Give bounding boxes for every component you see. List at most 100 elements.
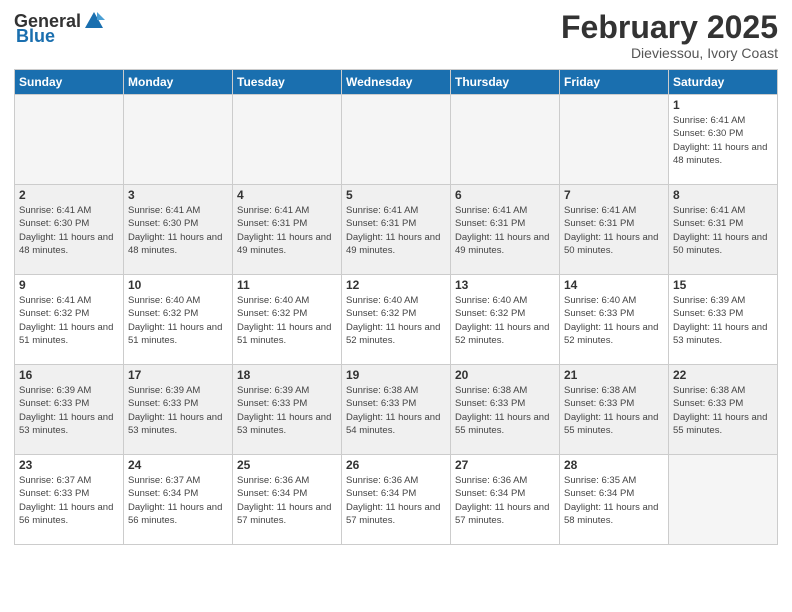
table-row: 25Sunrise: 6:36 AM Sunset: 6:34 PM Dayli… [233, 455, 342, 545]
table-row [560, 95, 669, 185]
calendar-week-row: 16 Sunrise: 6:39 AM Sunset: 6:33 PM Dayli… [15, 365, 778, 455]
day-number: 14 [564, 278, 664, 292]
day-info: Sunrise: 6:41 AM Sunset: 6:30 PM Dayligh… [673, 114, 773, 167]
day-number: 17 [128, 368, 228, 382]
day-info: Sunrise: 6:36 AM Sunset: 6:34 PM Dayligh… [455, 474, 555, 527]
table-row: 5 Sunrise: 6:41 AM Sunset: 6:31 PM Daylig… [342, 185, 451, 275]
day-number: 3 [128, 188, 228, 202]
day-info: Sunrise: 6:35 AM Sunset: 6:34 PM Dayligh… [564, 474, 664, 527]
table-row: 24 Sunrise: 6:37 AM Sunset: 6:34 PM Dayli… [124, 455, 233, 545]
day-info: Sunrise: 6:37 AM Sunset: 6:33 PM Dayligh… [19, 474, 119, 527]
day-number: 10 [128, 278, 228, 292]
day-number: 28 [564, 458, 664, 472]
col-thursday: Thursday [451, 70, 560, 95]
table-row: 6Sunrise: 6:41 AM Sunset: 6:31 PM Daylig… [451, 185, 560, 275]
page-subtitle: Dieviessou, Ivory Coast [561, 45, 778, 61]
day-info: Sunrise: 6:39 AM Sunset: 6:33 PM Dayligh… [673, 294, 773, 347]
day-number: 22 [673, 368, 773, 382]
calendar-week-row: 1 Sunrise: 6:41 AM Sunset: 6:30 PM Daylig… [15, 95, 778, 185]
table-row [124, 95, 233, 185]
day-info: Sunrise: 6:39 AM Sunset: 6:33 PM Dayligh… [237, 384, 337, 437]
calendar-header-row: Sunday Monday Tuesday Wednesday Thursday… [15, 70, 778, 95]
page: General Blue February 2025 Dieviessou, I… [0, 0, 792, 612]
day-number: 26 [346, 458, 446, 472]
calendar-table: Sunday Monday Tuesday Wednesday Thursday… [14, 69, 778, 545]
col-wednesday: Wednesday [342, 70, 451, 95]
table-row [15, 95, 124, 185]
col-tuesday: Tuesday [233, 70, 342, 95]
day-info: Sunrise: 6:37 AM Sunset: 6:34 PM Dayligh… [128, 474, 228, 527]
table-row [342, 95, 451, 185]
day-number: 16 [19, 368, 119, 382]
day-info: Sunrise: 6:41 AM Sunset: 6:30 PM Dayligh… [128, 204, 228, 257]
day-info: Sunrise: 6:40 AM Sunset: 6:32 PM Dayligh… [237, 294, 337, 347]
day-info: Sunrise: 6:36 AM Sunset: 6:34 PM Dayligh… [237, 474, 337, 527]
day-number: 27 [455, 458, 555, 472]
day-number: 20 [455, 368, 555, 382]
page-title: February 2025 [561, 10, 778, 45]
table-row: 11 Sunrise: 6:40 AM Sunset: 6:32 PM Dayli… [233, 275, 342, 365]
table-row: 16 Sunrise: 6:39 AM Sunset: 6:33 PM Dayli… [15, 365, 124, 455]
col-saturday: Saturday [669, 70, 778, 95]
table-row: 14 Sunrise: 6:40 AM Sunset: 6:33 PM Dayli… [560, 275, 669, 365]
day-info: Sunrise: 6:40 AM Sunset: 6:33 PM Dayligh… [564, 294, 664, 347]
day-number: 1 [673, 98, 773, 112]
day-number: 18 [237, 368, 337, 382]
day-number: 21 [564, 368, 664, 382]
day-info: Sunrise: 6:41 AM Sunset: 6:31 PM Dayligh… [346, 204, 446, 257]
table-row: 21 Sunrise: 6:38 AM Sunset: 6:33 PM Dayli… [560, 365, 669, 455]
logo-icon [83, 10, 105, 32]
day-info: Sunrise: 6:40 AM Sunset: 6:32 PM Dayligh… [346, 294, 446, 347]
header: General Blue February 2025 Dieviessou, I… [14, 10, 778, 61]
day-info: Sunrise: 6:38 AM Sunset: 6:33 PM Dayligh… [564, 384, 664, 437]
day-number: 9 [19, 278, 119, 292]
day-info: Sunrise: 6:41 AM Sunset: 6:31 PM Dayligh… [564, 204, 664, 257]
table-row: 17 Sunrise: 6:39 AM Sunset: 6:33 PM Dayli… [124, 365, 233, 455]
table-row: 13Sunrise: 6:40 AM Sunset: 6:32 PM Dayli… [451, 275, 560, 365]
day-info: Sunrise: 6:39 AM Sunset: 6:33 PM Dayligh… [19, 384, 119, 437]
day-number: 11 [237, 278, 337, 292]
day-info: Sunrise: 6:39 AM Sunset: 6:33 PM Dayligh… [128, 384, 228, 437]
table-row: 9Sunrise: 6:41 AM Sunset: 6:32 PM Daylig… [15, 275, 124, 365]
calendar-week-row: 2Sunrise: 6:41 AM Sunset: 6:30 PM Daylig… [15, 185, 778, 275]
day-number: 15 [673, 278, 773, 292]
day-info: Sunrise: 6:38 AM Sunset: 6:33 PM Dayligh… [346, 384, 446, 437]
table-row: 12 Sunrise: 6:40 AM Sunset: 6:32 PM Dayli… [342, 275, 451, 365]
table-row: 10 Sunrise: 6:40 AM Sunset: 6:32 PM Dayli… [124, 275, 233, 365]
day-number: 4 [237, 188, 337, 202]
table-row: 1 Sunrise: 6:41 AM Sunset: 6:30 PM Daylig… [669, 95, 778, 185]
table-row: 8 Sunrise: 6:41 AM Sunset: 6:31 PM Daylig… [669, 185, 778, 275]
day-number: 8 [673, 188, 773, 202]
day-info: Sunrise: 6:41 AM Sunset: 6:31 PM Dayligh… [455, 204, 555, 257]
table-row: 7 Sunrise: 6:41 AM Sunset: 6:31 PM Daylig… [560, 185, 669, 275]
table-row: 28 Sunrise: 6:35 AM Sunset: 6:34 PM Dayli… [560, 455, 669, 545]
table-row: 4Sunrise: 6:41 AM Sunset: 6:31 PM Daylig… [233, 185, 342, 275]
table-row: 18 Sunrise: 6:39 AM Sunset: 6:33 PM Dayli… [233, 365, 342, 455]
day-number: 23 [19, 458, 119, 472]
table-row: 22 Sunrise: 6:38 AM Sunset: 6:33 PM Dayli… [669, 365, 778, 455]
calendar-week-row: 9Sunrise: 6:41 AM Sunset: 6:32 PM Daylig… [15, 275, 778, 365]
day-info: Sunrise: 6:38 AM Sunset: 6:33 PM Dayligh… [673, 384, 773, 437]
day-number: 7 [564, 188, 664, 202]
table-row [233, 95, 342, 185]
table-row: 2Sunrise: 6:41 AM Sunset: 6:30 PM Daylig… [15, 185, 124, 275]
day-info: Sunrise: 6:41 AM Sunset: 6:31 PM Dayligh… [673, 204, 773, 257]
day-info: Sunrise: 6:41 AM Sunset: 6:30 PM Dayligh… [19, 204, 119, 257]
day-number: 24 [128, 458, 228, 472]
day-number: 12 [346, 278, 446, 292]
logo: General Blue [14, 10, 105, 47]
day-info: Sunrise: 6:40 AM Sunset: 6:32 PM Dayligh… [128, 294, 228, 347]
table-row: 19Sunrise: 6:38 AM Sunset: 6:33 PM Dayli… [342, 365, 451, 455]
logo-blue: Blue [16, 26, 55, 47]
table-row: 26Sunrise: 6:36 AM Sunset: 6:34 PM Dayli… [342, 455, 451, 545]
day-info: Sunrise: 6:40 AM Sunset: 6:32 PM Dayligh… [455, 294, 555, 347]
day-info: Sunrise: 6:38 AM Sunset: 6:33 PM Dayligh… [455, 384, 555, 437]
table-row: 23 Sunrise: 6:37 AM Sunset: 6:33 PM Dayli… [15, 455, 124, 545]
table-row: 20 Sunrise: 6:38 AM Sunset: 6:33 PM Dayli… [451, 365, 560, 455]
table-row: 27 Sunrise: 6:36 AM Sunset: 6:34 PM Dayli… [451, 455, 560, 545]
col-monday: Monday [124, 70, 233, 95]
table-row [451, 95, 560, 185]
col-sunday: Sunday [15, 70, 124, 95]
day-number: 5 [346, 188, 446, 202]
title-block: February 2025 Dieviessou, Ivory Coast [561, 10, 778, 61]
